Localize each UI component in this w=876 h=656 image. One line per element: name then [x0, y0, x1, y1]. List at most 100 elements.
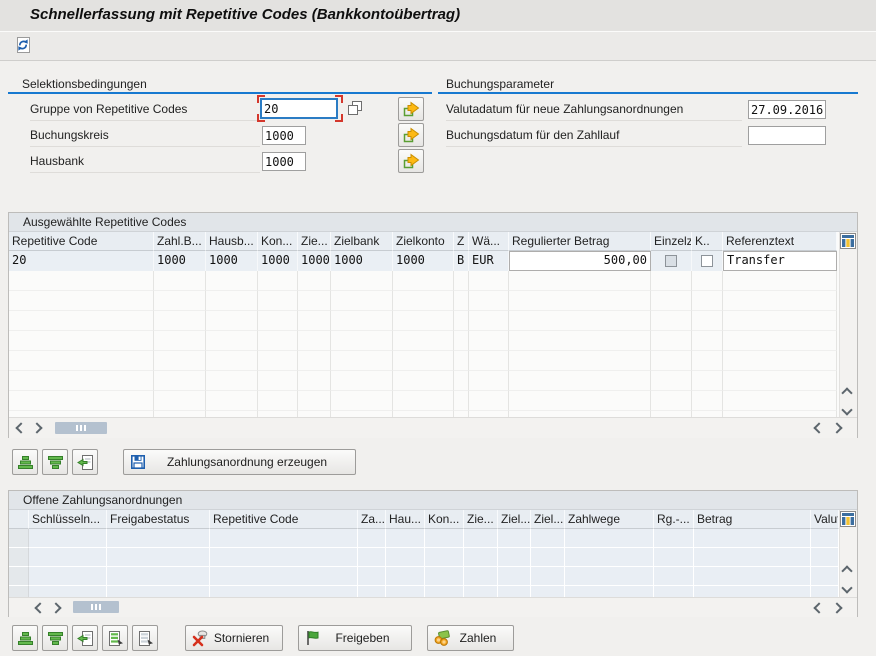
column-header[interactable]: Kon... [258, 232, 298, 251]
table-empty-row [9, 331, 839, 351]
row-checkbox[interactable] [701, 255, 713, 267]
column-header[interactable]: Hausb... [206, 232, 258, 251]
column-header[interactable]: Ziel... [498, 510, 531, 529]
insert-line-button[interactable] [72, 625, 98, 651]
multi-selection-button-gruppe[interactable] [398, 97, 424, 121]
empty-cell [9, 331, 154, 351]
hausbank-input[interactable] [262, 152, 306, 171]
column-header[interactable]: Zahlwege [565, 510, 654, 529]
column-header[interactable]: Z [454, 232, 469, 251]
pay-coins-icon [433, 629, 451, 647]
empty-cell [9, 271, 154, 291]
column-header[interactable]: Betrag [694, 510, 811, 529]
focus-corner [257, 95, 265, 103]
empty-cell [331, 331, 393, 351]
column-header[interactable]: K.. [692, 232, 723, 251]
create-payment-order-button[interactable]: Zahlungsanordnung erzeugen [123, 449, 356, 475]
select-all-button[interactable] [12, 449, 38, 475]
deselect-all-button[interactable] [42, 625, 68, 651]
column-header[interactable]: Zie... [464, 510, 498, 529]
scroll-right-icon[interactable] [50, 602, 61, 613]
stornieren-button[interactable]: Stornieren [185, 625, 283, 651]
column-header[interactable]: Hau... [386, 510, 425, 529]
multi-selection-button-buchungskreis[interactable] [398, 123, 424, 147]
display-detail-button[interactable] [132, 625, 158, 651]
table-config-icon[interactable] [840, 511, 856, 527]
column-header[interactable]: Zielkonto [393, 232, 454, 251]
multi-selection-button-hausbank[interactable] [398, 149, 424, 173]
column-header[interactable]: Kon... [425, 510, 464, 529]
empty-cell [393, 311, 454, 331]
scrollbar-thumb[interactable] [73, 601, 119, 613]
column-header[interactable]: Zahl.B... [154, 232, 206, 251]
table-cell[interactable]: 500,00 [509, 251, 651, 271]
column-header[interactable]: Repetitive Code [210, 510, 358, 529]
choose-detail-button[interactable] [102, 625, 128, 651]
scroll-right-icon[interactable] [31, 422, 42, 433]
table-cell[interactable]: Transfer [723, 251, 837, 271]
table-cell [694, 586, 811, 597]
buchungskreis-input[interactable] [262, 126, 306, 145]
column-header[interactable]: Zie... [298, 232, 331, 251]
table-config-icon[interactable] [840, 233, 856, 249]
column-header[interactable]: Ziel... [531, 510, 565, 529]
buchungsdatum-input[interactable] [748, 126, 826, 145]
table-cell[interactable]: 1000 [298, 251, 331, 271]
table-cell[interactable]: 1000 [206, 251, 258, 271]
row-selector[interactable] [9, 586, 29, 597]
table-cell[interactable]: 1000 [331, 251, 393, 271]
column-header[interactable]: Schlüsseln... [29, 510, 107, 529]
gruppe-input[interactable] [260, 98, 338, 119]
empty-cell [9, 371, 154, 391]
zahlen-button[interactable]: Zahlen [427, 625, 514, 651]
empty-cell [692, 271, 723, 291]
row-selector[interactable] [9, 529, 29, 548]
refresh-button[interactable] [10, 34, 36, 60]
row-selector[interactable] [9, 567, 29, 586]
empty-cell [206, 311, 258, 331]
column-header[interactable]: Regulierter Betrag [509, 232, 651, 251]
column-header[interactable]: Za... [358, 510, 386, 529]
table-cell [654, 548, 694, 567]
valutadatum-input[interactable] [748, 100, 826, 119]
field-label-buchungsdatum: Buchungsdatum für den Zahllauf [446, 125, 742, 147]
scroll-left-icon[interactable] [813, 602, 824, 613]
table-cell[interactable]: B [454, 251, 469, 271]
column-header[interactable]: Valut [811, 510, 839, 529]
multi-selection-icon [402, 126, 421, 144]
row-checkbox[interactable] [665, 255, 677, 267]
column-header[interactable]: Einzelz... [651, 232, 692, 251]
empty-cell [651, 271, 692, 291]
scroll-right-icon[interactable] [831, 422, 842, 433]
scroll-left-icon[interactable] [15, 422, 26, 433]
table-cell[interactable]: 1000 [154, 251, 206, 271]
horizontal-scrollbar[interactable] [9, 597, 857, 617]
column-header[interactable]: Rg.-... [654, 510, 694, 529]
table-cell[interactable]: EUR [469, 251, 509, 271]
empty-cell [298, 291, 331, 311]
column-header[interactable]: Zielbank [331, 232, 393, 251]
select-all-button[interactable] [12, 625, 38, 651]
deselect-all-button[interactable] [42, 449, 68, 475]
table-cell[interactable]: 1000 [393, 251, 454, 271]
empty-cell [723, 291, 837, 311]
table-cell [811, 529, 839, 548]
horizontal-scrollbar[interactable] [9, 417, 857, 438]
scroll-right-icon[interactable] [831, 602, 842, 613]
scroll-left-icon[interactable] [34, 602, 45, 613]
column-header[interactable]: Freigabestatus [107, 510, 210, 529]
freigeben-button[interactable]: Freigeben [298, 625, 412, 651]
column-header[interactable]: Repetitive Code [9, 232, 154, 251]
table-cell [107, 529, 210, 548]
selection-column-header[interactable] [9, 510, 29, 529]
column-header[interactable]: Wä... [469, 232, 509, 251]
table-cell[interactable]: 20 [9, 251, 154, 271]
scrollbar-thumb[interactable] [55, 422, 107, 434]
matchcode-icon[interactable] [346, 99, 364, 122]
insert-line-button[interactable] [72, 449, 98, 475]
row-selector[interactable] [9, 548, 29, 567]
column-header[interactable]: Referenztext [723, 232, 837, 251]
table-cell[interactable]: 1000 [258, 251, 298, 271]
scroll-left-icon[interactable] [813, 422, 824, 433]
empty-cell [298, 371, 331, 391]
